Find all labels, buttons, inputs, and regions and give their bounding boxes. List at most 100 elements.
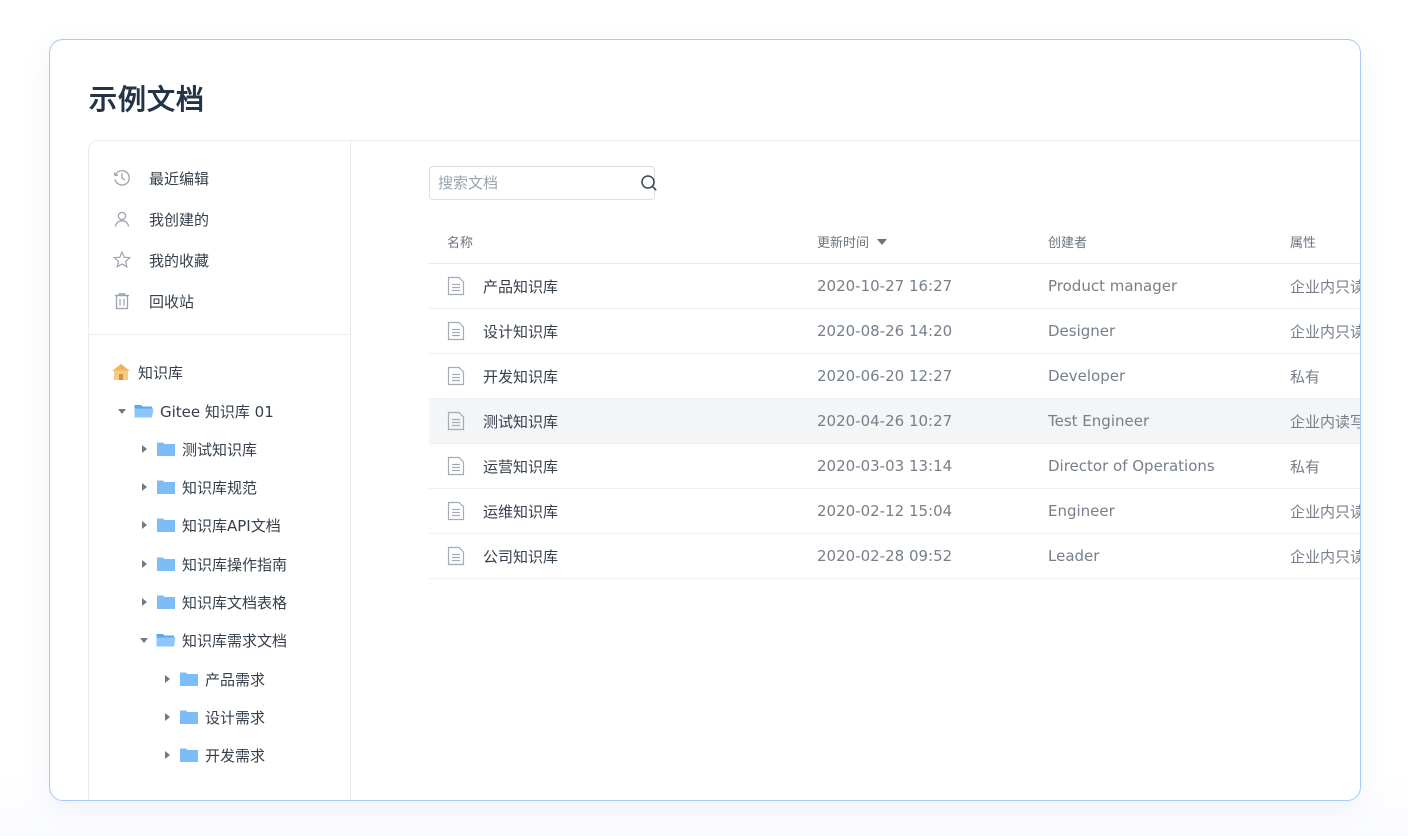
tree-label: 知识库规范 (182, 478, 258, 497)
caret-right-icon[interactable] (161, 711, 173, 723)
nav-item-label: 我的收藏 (149, 251, 210, 270)
documents-panel: 最近编辑 我创建的 我的收藏 回收站 知识库 Gitee 知识库 01 测试知识… (88, 140, 1361, 800)
folder-icon (179, 671, 199, 687)
tree-label: 知识库需求文档 (182, 631, 288, 650)
table-row[interactable]: 运维知识库 2020-02-12 15:04 Engineer 企业内只读 (429, 489, 1361, 534)
caret-down-icon[interactable] (138, 634, 150, 646)
tree-item-folder[interactable]: 测试知识库 (138, 438, 257, 460)
cell-creator: Product manager (1048, 277, 1178, 295)
caret-right-icon[interactable] (138, 481, 150, 493)
caret-right-icon[interactable] (138, 596, 150, 608)
table-row[interactable]: 开发知识库 2020-06-20 12:27 Developer 私有 (429, 354, 1360, 399)
table-row-hovered[interactable]: 测试知识库 2020-04-26 10:27 Test Engineer 企业内… (429, 399, 1360, 444)
folder-open-icon (156, 632, 176, 648)
caret-right-icon[interactable] (138, 558, 150, 570)
sidebar-divider (89, 334, 350, 335)
column-header-name[interactable]: 名称 (447, 232, 473, 251)
house-icon (111, 362, 131, 382)
cell-attribute: 企业内只读 (1290, 322, 1361, 341)
caret-right-icon[interactable] (138, 443, 150, 455)
cell-name: 运营知识库 (447, 444, 558, 488)
tree-item-folder[interactable]: 知识库规范 (138, 476, 257, 498)
tree-item-folder[interactable]: 产品需求 (161, 668, 265, 690)
caret-right-icon[interactable] (161, 749, 173, 761)
folder-icon (156, 556, 176, 572)
nav-item-label: 我创建的 (149, 210, 210, 229)
caret-right-icon[interactable] (138, 519, 150, 531)
column-header-attribute[interactable]: 属性 (1290, 232, 1316, 251)
nav-item-created[interactable]: 我创建的 (111, 208, 209, 230)
cell-name: 运维知识库 (447, 489, 558, 533)
document-icon (447, 276, 465, 296)
tree-item-folder[interactable]: 知识库API文档 (138, 514, 281, 536)
column-header-creator[interactable]: 创建者 (1048, 232, 1087, 251)
document-name[interactable]: 公司知识库 (483, 546, 558, 567)
document-name[interactable]: 设计知识库 (483, 321, 558, 342)
document-list-area: 名称 更新时间 创建者 属性 产品知识库 2020-10-27 16:27 (351, 141, 1361, 800)
cell-attribute: 私有 (1290, 457, 1321, 476)
document-table-body: 产品知识库 2020-10-27 16:27 Product manager 企… (429, 264, 1361, 579)
table-row[interactable]: 产品知识库 2020-10-27 16:27 Product manager 企… (429, 264, 1361, 309)
tree-root-knowledge-base[interactable]: 知识库 (111, 361, 183, 383)
nav-item-recent[interactable]: 最近编辑 (111, 167, 209, 189)
tree-label: 知识库操作指南 (182, 555, 288, 574)
document-icon (447, 546, 465, 566)
history-icon (111, 167, 133, 189)
sort-desc-icon[interactable] (877, 238, 888, 246)
cell-attribute: 企业内只读 (1290, 502, 1361, 521)
document-name[interactable]: 测试知识库 (483, 411, 558, 432)
tree-label: 知识库文档表格 (182, 593, 288, 612)
documents-card: 示例文档 最近编辑 我创建的 我的收藏 回收站 知识库 Gitee 知识库 01… (49, 39, 1361, 801)
cell-creator: Engineer (1048, 502, 1115, 520)
cell-creator: Leader (1048, 547, 1100, 565)
cell-updated: 2020-02-28 09:52 (817, 547, 953, 565)
nav-item-trash[interactable]: 回收站 (111, 290, 194, 312)
cell-creator: Director of Operations (1048, 457, 1215, 475)
cell-name: 测试知识库 (447, 399, 558, 443)
star-icon (111, 249, 133, 271)
folder-icon (156, 441, 176, 457)
nav-item-favorites[interactable]: 我的收藏 (111, 249, 209, 271)
tree-label: 产品需求 (205, 670, 266, 689)
caret-right-icon[interactable] (161, 673, 173, 685)
column-header-updated[interactable]: 更新时间 (817, 232, 888, 251)
tree-item-folder[interactable]: 知识库文档表格 (138, 591, 287, 613)
caret-down-icon[interactable] (116, 405, 128, 417)
page-title: 示例文档 (89, 83, 206, 116)
cell-updated: 2020-10-27 16:27 (817, 277, 953, 295)
document-name[interactable]: 开发知识库 (483, 366, 558, 387)
tree-item-folder[interactable]: 设计需求 (161, 706, 265, 728)
cell-attribute: 企业内只读 (1290, 277, 1361, 296)
cell-updated: 2020-08-26 14:20 (817, 322, 953, 340)
cell-creator: Test Engineer (1048, 412, 1150, 430)
table-row[interactable]: 设计知识库 2020-08-26 14:20 Designer 企业内只读 (429, 309, 1361, 354)
document-name[interactable]: 运营知识库 (483, 456, 558, 477)
document-icon (447, 321, 465, 341)
table-row[interactable]: 运营知识库 2020-03-03 13:14 Director of Opera… (429, 444, 1360, 489)
tree-label: 开发需求 (205, 746, 266, 765)
tree-item-folder[interactable]: 知识库操作指南 (138, 553, 287, 575)
tree-space[interactable]: Gitee 知识库 01 (116, 400, 274, 422)
cell-creator: Developer (1048, 367, 1126, 385)
document-name[interactable]: 运维知识库 (483, 501, 558, 522)
tree-label: 知识库 (138, 363, 184, 382)
folder-icon (156, 479, 176, 495)
cell-updated: 2020-06-20 12:27 (817, 367, 953, 385)
search-icon[interactable] (640, 173, 658, 193)
tree-item-folder-open[interactable]: 知识库需求文档 (138, 629, 287, 651)
cell-updated: 2020-04-26 10:27 (817, 412, 953, 430)
cell-name: 设计知识库 (447, 309, 558, 353)
table-row[interactable]: 公司知识库 2020-02-28 09:52 Leader 企业内只读 (429, 534, 1360, 579)
trash-icon (111, 290, 133, 312)
tree-label: 设计需求 (205, 708, 266, 727)
tree-item-folder[interactable]: 开发需求 (161, 744, 265, 766)
folder-open-icon (134, 403, 154, 419)
nav-item-label: 回收站 (149, 292, 195, 311)
sidebar: 最近编辑 我创建的 我的收藏 回收站 知识库 Gitee 知识库 01 测试知识… (89, 141, 351, 800)
document-name[interactable]: 产品知识库 (483, 276, 558, 297)
folder-icon (179, 709, 199, 725)
document-icon (447, 456, 465, 476)
cell-updated: 2020-03-03 13:14 (817, 457, 953, 475)
search-input[interactable] (430, 168, 640, 198)
cell-creator: Designer (1048, 322, 1116, 340)
